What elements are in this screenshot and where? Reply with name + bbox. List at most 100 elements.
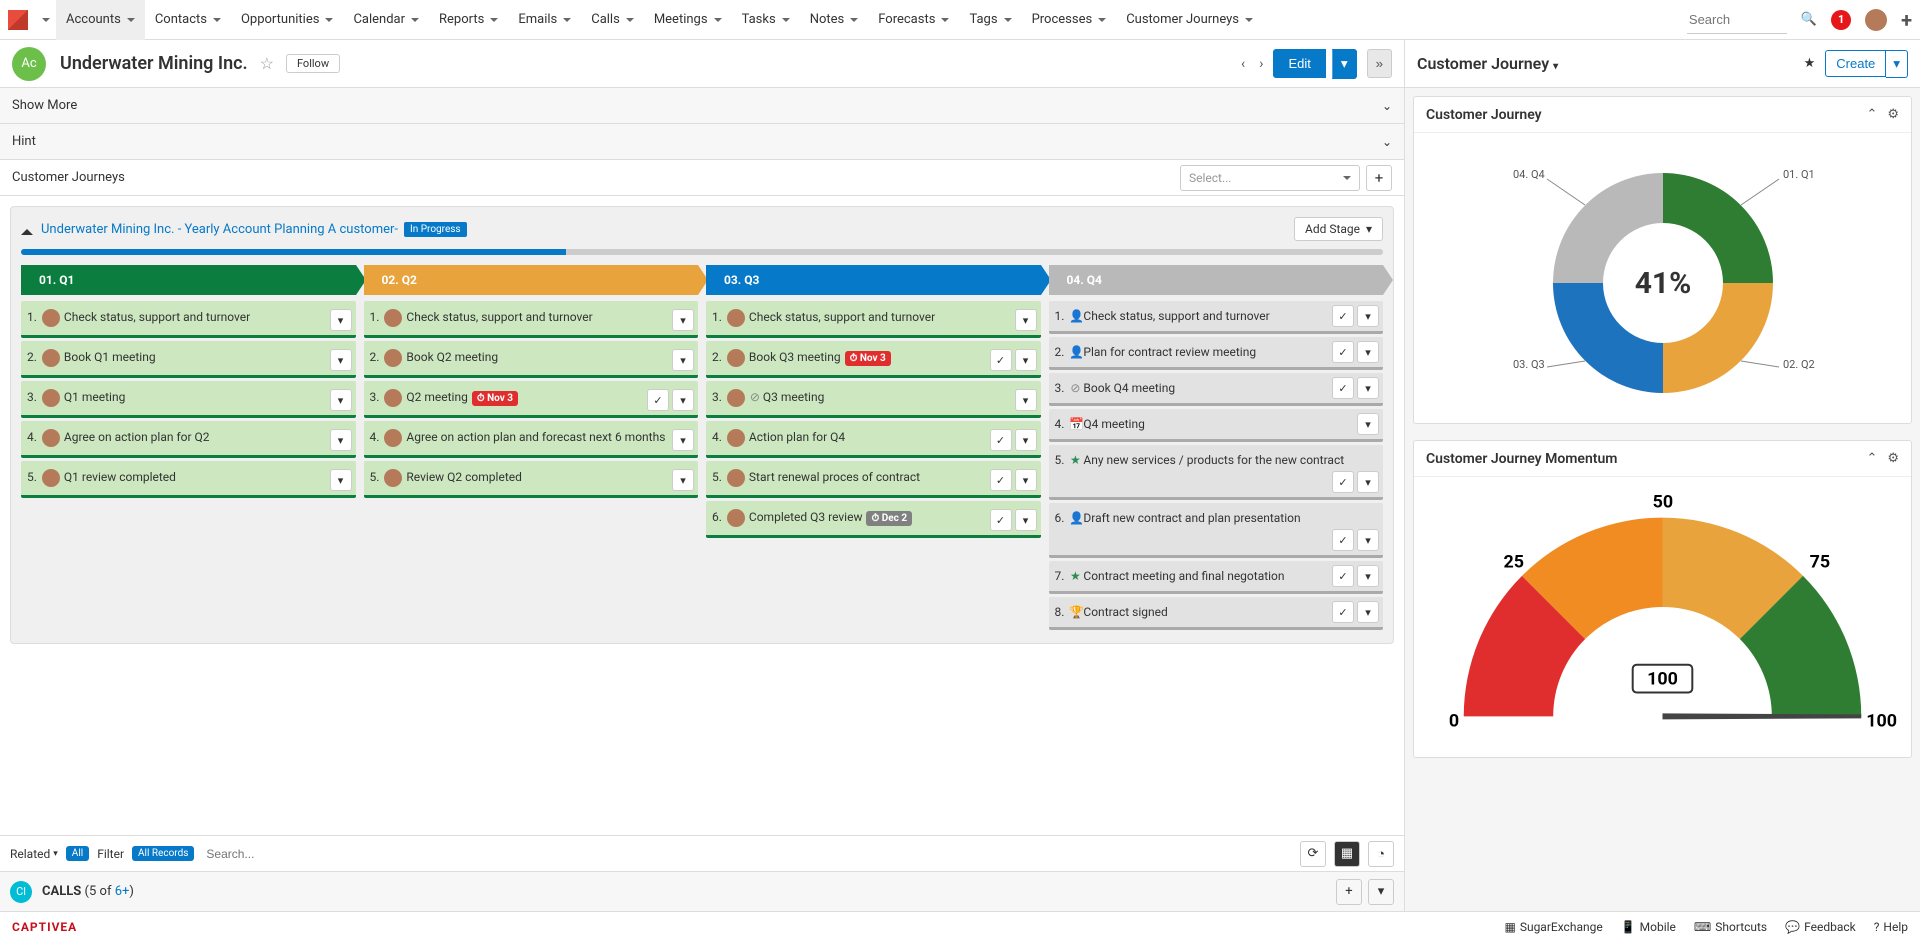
task-item[interactable]: 4. Action plan for Q4✓▾ — [706, 421, 1041, 458]
next-record-icon[interactable]: › — [1255, 52, 1267, 76]
task-menu-icon[interactable]: ▾ — [1357, 305, 1379, 327]
footer-link-help[interactable]: ? Help — [1874, 920, 1908, 934]
complete-check-icon[interactable]: ✓ — [1332, 377, 1354, 399]
nav-item-calls[interactable]: Calls — [581, 0, 644, 40]
task-menu-icon[interactable]: ▾ — [330, 389, 352, 411]
notification-badge[interactable]: 1 — [1831, 10, 1851, 30]
gear-icon[interactable]: ⚙ — [1887, 107, 1899, 122]
task-item[interactable]: 7. ★Contract meeting and final negotatio… — [1049, 561, 1384, 594]
task-item[interactable]: 1. 👤Check status, support and turnover✓▾ — [1049, 301, 1384, 334]
task-item[interactable]: 4. Agree on action plan and forecast nex… — [364, 421, 699, 458]
task-menu-icon[interactable]: ▾ — [1357, 565, 1379, 587]
task-item[interactable]: 3. Q1 meeting▾ — [21, 381, 356, 418]
task-menu-icon[interactable]: ▾ — [672, 429, 694, 451]
task-menu-icon[interactable]: ▾ — [672, 349, 694, 371]
task-menu-icon[interactable]: ▾ — [1015, 309, 1037, 331]
stage-header[interactable]: 04. Q4 — [1049, 265, 1384, 295]
journey-link[interactable]: Underwater Mining Inc. - Yearly Account … — [41, 222, 394, 237]
collapse-icon[interactable]: ⌃ — [1866, 107, 1877, 122]
stage-header[interactable]: 01. Q1 — [21, 265, 356, 295]
module-menu[interactable] — [32, 0, 56, 40]
task-menu-icon[interactable]: ▾ — [672, 389, 694, 411]
task-item[interactable]: 4. Agree on action plan for Q2▾ — [21, 421, 356, 458]
nav-item-forecasts[interactable]: Forecasts — [868, 0, 959, 40]
show-more-panel[interactable]: Show More ⌄ — [0, 88, 1404, 124]
journey-select[interactable]: Select... — [1180, 165, 1360, 191]
more-chevron[interactable]: » — [1367, 49, 1392, 78]
nav-item-calendar[interactable]: Calendar — [343, 0, 429, 40]
task-menu-icon[interactable]: ▾ — [1015, 429, 1037, 451]
task-menu-icon[interactable]: ▾ — [1015, 349, 1037, 371]
collapse-icon[interactable]: ⌃ — [1866, 451, 1877, 466]
calls-menu-button[interactable]: ▾ — [1368, 879, 1394, 905]
task-item[interactable]: 5. Review Q2 completed▾ — [364, 461, 699, 498]
task-menu-icon[interactable]: ▾ — [1015, 509, 1037, 531]
footer-link-shortcuts[interactable]: ⌨ Shortcuts — [1694, 920, 1767, 934]
task-item[interactable]: 5. ★Any new services / products for the … — [1049, 445, 1384, 500]
task-menu-icon[interactable]: ▾ — [1015, 469, 1037, 491]
dashboard-title[interactable]: Customer Journey ▾ — [1417, 54, 1558, 73]
complete-check-icon[interactable]: ✓ — [990, 469, 1012, 491]
task-item[interactable]: 8. 🏆Contract signed✓▾ — [1049, 597, 1384, 630]
user-avatar[interactable] — [1865, 9, 1887, 31]
all-records-pill[interactable]: All Records — [132, 846, 194, 861]
task-menu-icon[interactable]: ▾ — [1357, 341, 1379, 363]
task-item[interactable]: 5. Q1 review completed▾ — [21, 461, 356, 498]
edit-dropdown[interactable]: ▾ — [1332, 49, 1357, 79]
task-menu-icon[interactable]: ▾ — [1015, 389, 1037, 411]
task-menu-icon[interactable]: ▾ — [330, 429, 352, 451]
nav-item-meetings[interactable]: Meetings — [644, 0, 732, 40]
footer-link-feedback[interactable]: 💬 Feedback — [1785, 920, 1856, 934]
collapse-journey-icon[interactable] — [21, 223, 33, 235]
task-item[interactable]: 5. Start renewal proces of contract✓▾ — [706, 461, 1041, 498]
hint-panel[interactable]: Hint ⌄ — [0, 124, 1404, 160]
all-pill[interactable]: All — [66, 846, 89, 861]
clock-icon[interactable]: ◔ — [1368, 841, 1394, 867]
complete-check-icon[interactable]: ✓ — [990, 509, 1012, 531]
task-item[interactable]: 3. ⊘Book Q4 meeting✓▾ — [1049, 373, 1384, 406]
add-stage-button[interactable]: Add Stage ▾ — [1294, 217, 1383, 241]
task-item[interactable]: 3. ⊘Q3 meeting▾ — [706, 381, 1041, 418]
grid-view-icon[interactable]: ▦ — [1334, 841, 1360, 867]
complete-check-icon[interactable]: ✓ — [990, 429, 1012, 451]
task-item[interactable]: 1. Check status, support and turnover▾ — [706, 301, 1041, 338]
nav-item-emails[interactable]: Emails — [508, 0, 581, 40]
task-menu-icon[interactable]: ▾ — [330, 469, 352, 491]
stage-header[interactable]: 03. Q3 — [706, 265, 1041, 295]
logo-icon[interactable] — [8, 10, 28, 30]
follow-button[interactable]: Follow — [286, 54, 340, 73]
dashboard-favorite-icon[interactable]: ★ — [1804, 56, 1816, 71]
task-item[interactable]: 3. Q2 meeting⏱ Nov 3✓▾ — [364, 381, 699, 418]
quick-create-icon[interactable]: + — [1901, 8, 1912, 32]
gear-icon[interactable]: ⚙ — [1887, 451, 1899, 466]
calls-count-link[interactable]: 6+ — [115, 884, 130, 899]
nav-item-notes[interactable]: Notes — [800, 0, 869, 40]
create-button[interactable]: Create — [1825, 50, 1886, 77]
nav-item-tasks[interactable]: Tasks — [732, 0, 800, 40]
stage-header[interactable]: 02. Q2 — [364, 265, 699, 295]
search-icon[interactable]: 🔍 — [1801, 12, 1817, 27]
complete-check-icon[interactable]: ✓ — [1332, 341, 1354, 363]
task-menu-icon[interactable]: ▾ — [1357, 413, 1379, 435]
add-journey-button[interactable]: + — [1366, 165, 1392, 191]
complete-check-icon[interactable]: ✓ — [990, 349, 1012, 371]
task-item[interactable]: 1. Check status, support and turnover▾ — [21, 301, 356, 338]
nav-item-contacts[interactable]: Contacts — [145, 0, 231, 40]
complete-check-icon[interactable]: ✓ — [1332, 471, 1354, 493]
complete-check-icon[interactable]: ✓ — [1332, 305, 1354, 327]
complete-check-icon[interactable]: ✓ — [647, 389, 669, 411]
nav-item-accounts[interactable]: Accounts — [56, 0, 145, 40]
complete-check-icon[interactable]: ✓ — [1332, 565, 1354, 587]
task-item[interactable]: 2. Book Q2 meeting▾ — [364, 341, 699, 378]
complete-check-icon[interactable]: ✓ — [1332, 601, 1354, 623]
task-menu-icon[interactable]: ▾ — [1357, 529, 1379, 551]
complete-check-icon[interactable]: ✓ — [1332, 529, 1354, 551]
task-menu-icon[interactable]: ▾ — [672, 309, 694, 331]
related-search-input[interactable] — [202, 843, 1292, 865]
task-item[interactable]: 2. Book Q3 meeting⏱ Nov 3✓▾ — [706, 341, 1041, 378]
global-search-input[interactable] — [1687, 6, 1787, 34]
task-menu-icon[interactable]: ▾ — [1357, 471, 1379, 493]
task-item[interactable]: 4. 📅Q4 meeting▾ — [1049, 409, 1384, 442]
task-menu-icon[interactable]: ▾ — [1357, 601, 1379, 623]
nav-item-tags[interactable]: Tags — [959, 0, 1021, 40]
